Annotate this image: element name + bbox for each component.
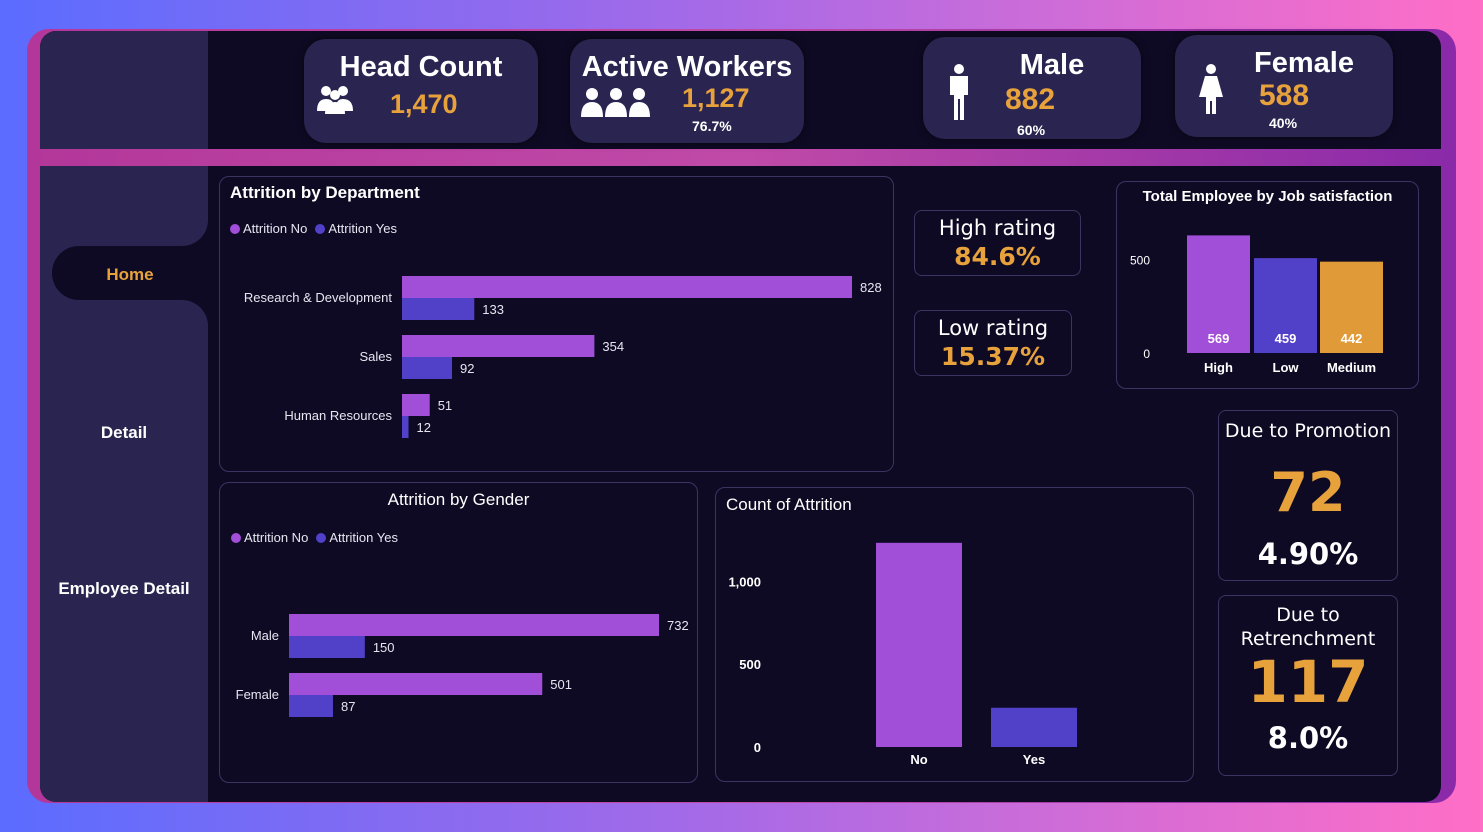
- group-icon: [317, 86, 353, 114]
- count-of-attrition-panel: Count of Attrition 0 500 1,000 No Yes: [715, 487, 1194, 782]
- job-satisfaction-panel: Total Employee by Job satisfaction 500 0 5…: [1116, 181, 1419, 389]
- y-tick-label: 500: [1130, 254, 1150, 268]
- bar-no: [876, 542, 962, 747]
- low-rating-title: Low rating: [937, 316, 1049, 340]
- bar-attrition-no: [402, 276, 852, 298]
- male-pct: 60%: [1017, 122, 1046, 138]
- category-label: Research & Development: [244, 290, 393, 305]
- promotion-value: 72: [1270, 461, 1346, 524]
- y-tick-label: 0: [1143, 347, 1150, 361]
- data-label: 354: [602, 339, 624, 354]
- category-label: Sales: [359, 349, 392, 364]
- low-rating-card: Low rating 15.37%: [914, 310, 1072, 376]
- data-label: 92: [460, 361, 474, 376]
- high-rating-card: High rating 84.6%: [914, 210, 1081, 276]
- data-label: 569: [1208, 331, 1230, 346]
- data-label: 51: [438, 398, 452, 413]
- y-tick-label: 500: [739, 657, 761, 672]
- bar-attrition-yes: [402, 357, 452, 379]
- department-bar-chart: Research & Development 828 133 Sales 354 92 Hu…: [244, 276, 882, 438]
- bar-yes: [991, 707, 1077, 747]
- data-label: 150: [373, 640, 395, 655]
- high-rating-value: 84.6%: [954, 242, 1041, 271]
- female-pct: 40%: [1269, 115, 1298, 131]
- category-label: Male: [251, 628, 279, 643]
- attrition-by-gender-panel: Attrition by Gender Attrition No Attriti…: [219, 482, 698, 783]
- female-title: Female: [1254, 47, 1354, 79]
- retrenchment-pct: 8.0%: [1267, 721, 1349, 755]
- data-label: 442: [1341, 331, 1363, 346]
- x-tick-label: Yes: [1023, 752, 1045, 767]
- bar-attrition-no: [289, 614, 659, 636]
- bar-attrition-no: [402, 394, 430, 416]
- bar-attrition-yes: [289, 636, 365, 658]
- gender-bar-chart: Male 732 150 Female 501 87: [236, 614, 689, 717]
- sidebar-notch: [156, 196, 208, 246]
- job-satisfaction-bar-chart: 500 0 569 High 459 Low 442 Medium: [1130, 235, 1383, 375]
- data-label: 501: [550, 677, 572, 692]
- bar-attrition-yes: [402, 416, 409, 438]
- count-bar-chart: 0 500 1,000 No Yes: [728, 542, 1077, 767]
- x-tick-label: High: [1204, 360, 1233, 375]
- high-rating-title: High rating: [938, 216, 1057, 240]
- x-tick-label: Medium: [1327, 360, 1376, 375]
- head-count-card: Head Count 1,470: [304, 39, 538, 143]
- x-tick-label: No: [910, 752, 927, 767]
- male-value: 882: [1005, 83, 1056, 116]
- team-icon: [581, 88, 650, 117]
- y-tick-label: 1,000: [728, 574, 761, 589]
- active-workers-title: Active Workers: [581, 51, 793, 83]
- bar-attrition-yes: [402, 298, 475, 320]
- head-count-value: 1,470: [390, 89, 458, 119]
- female-card: Female 588 40%: [1175, 35, 1393, 137]
- retrenchment-value: 117: [1247, 648, 1369, 716]
- active-workers-pct: 76.7%: [692, 118, 732, 134]
- female-icon: [1199, 64, 1223, 114]
- female-value: 588: [1259, 79, 1310, 112]
- attrition-by-department-panel: Attrition by Department Attrition No Att…: [219, 176, 894, 472]
- low-rating-value: 15.37%: [940, 342, 1046, 371]
- male-title: Male: [1019, 49, 1085, 81]
- data-label: 828: [860, 280, 882, 295]
- bar-attrition-no: [289, 673, 543, 695]
- data-label: 87: [341, 699, 355, 714]
- data-label: 12: [417, 420, 431, 435]
- nav-employee-detail-button[interactable]: Employee Detail: [40, 579, 208, 599]
- due-to-retrenchment-card: Due to Retrenchment 117 8.0%: [1218, 595, 1398, 776]
- active-workers-value: 1,127: [682, 83, 750, 113]
- nav-detail-button[interactable]: Detail: [40, 423, 208, 443]
- head-count-title: Head Count: [339, 51, 503, 83]
- nav-home-label[interactable]: Home: [52, 265, 208, 285]
- due-to-promotion-card: Due to Promotion 72 4.90%: [1218, 410, 1398, 581]
- data-label: 133: [482, 302, 504, 317]
- bar-attrition-yes: [289, 695, 333, 717]
- male-card: Male 882 60%: [923, 37, 1141, 139]
- sidebar-header: [40, 31, 208, 149]
- promotion-pct: 4.90%: [1257, 537, 1359, 571]
- retrenchment-title-line1: Due to: [1276, 604, 1340, 626]
- category-label: Female: [236, 687, 279, 702]
- x-tick-label: Low: [1273, 360, 1300, 375]
- category-label: Human Resources: [284, 408, 392, 423]
- promotion-title: Due to Promotion: [1224, 420, 1392, 442]
- sidebar-notch: [156, 300, 208, 350]
- active-workers-card: Active Workers 1,127 76.7%: [570, 39, 804, 143]
- y-tick-label: 0: [754, 740, 761, 755]
- bar-attrition-no: [402, 335, 595, 357]
- male-icon: [950, 64, 968, 120]
- data-label: 732: [667, 618, 689, 633]
- data-label: 459: [1275, 331, 1297, 346]
